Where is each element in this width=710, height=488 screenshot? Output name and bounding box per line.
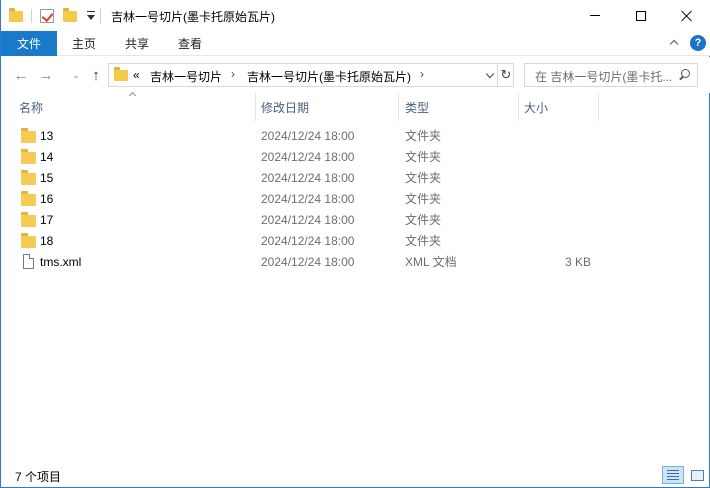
column-divider[interactable] (398, 93, 399, 121)
file-size (541, 230, 591, 251)
file-type: 文件夹 (405, 129, 442, 143)
sort-ascending-icon (129, 91, 137, 97)
close-icon (681, 10, 693, 22)
item-count: 7 个项目 (15, 470, 62, 484)
file-size (541, 188, 591, 209)
search-input[interactable]: 在 吉林一号切片(墨卡托... (524, 63, 698, 87)
folder-icon (21, 212, 36, 227)
details-view-button[interactable] (662, 466, 684, 484)
file-name: 15 (40, 170, 54, 185)
address-dropdown-icon[interactable] (483, 64, 497, 86)
tab-share[interactable]: 共享 (125, 31, 149, 56)
xml-file-icon (23, 254, 34, 269)
file-modified: 2024/12/24 18:00 (261, 212, 355, 227)
title-divider (100, 8, 101, 24)
file-size (541, 146, 591, 167)
breadcrumb-separator[interactable]: › (420, 67, 424, 81)
folder-icon (21, 149, 36, 164)
file-type: 文件夹 (405, 171, 442, 185)
column-header-type[interactable]: 类型 (405, 93, 429, 121)
table-row[interactable]: 14 2024/12/24 18:00 文件夹 (1, 146, 710, 167)
close-button[interactable] (664, 0, 710, 31)
table-row[interactable]: 17 2024/12/24 18:00 文件夹 (1, 209, 710, 230)
back-arrow-icon[interactable]: ← (12, 66, 30, 84)
minimize-button[interactable] (572, 0, 618, 31)
breadcrumb-overflow[interactable]: « (133, 68, 140, 82)
file-type: 文件夹 (405, 234, 442, 248)
quick-access-toolbar: 吉林一号切片(墨卡托原始瓦片) (9, 6, 275, 26)
table-row[interactable]: 16 2024/12/24 18:00 文件夹 (1, 188, 710, 209)
file-modified: 2024/12/24 18:00 (261, 170, 355, 185)
file-size (541, 167, 591, 188)
file-modified: 2024/12/24 18:00 (261, 191, 355, 206)
file-modified: 2024/12/24 18:00 (261, 254, 355, 269)
file-name: 17 (40, 212, 54, 227)
table-row[interactable]: 13 2024/12/24 18:00 文件夹 (1, 125, 710, 146)
folder-icon (21, 191, 36, 206)
ribbon-tabs: 文件 主页 共享 查看 ? (1, 31, 710, 56)
status-bar: 7 个项目 (1, 462, 710, 487)
file-explorer-window: 吉林一号切片(墨卡托原始瓦片) 文件 主页 共享 查看 ? ← → ⌄ ↑ « … (0, 0, 710, 488)
file-name: 18 (40, 233, 54, 248)
maximize-button[interactable] (618, 0, 664, 31)
help-icon[interactable]: ? (690, 35, 706, 51)
refresh-icon[interactable]: ↻ (497, 64, 514, 86)
minimize-icon (590, 15, 600, 16)
tab-view[interactable]: 查看 (178, 31, 202, 56)
navigation-bar: ← → ⌄ ↑ « 吉林一号切片 › 吉林一号切片(墨卡托原始瓦片) › ↻ 在… (1, 57, 710, 93)
folder-icon (114, 67, 128, 81)
file-modified: 2024/12/24 18:00 (261, 128, 355, 143)
address-bar[interactable]: « 吉林一号切片 › 吉林一号切片(墨卡托原始瓦片) › ↻ (108, 63, 514, 87)
search-placeholder: 在 吉林一号切片(墨卡托... (535, 70, 673, 84)
file-name: 13 (40, 128, 54, 143)
chevron-up-icon[interactable] (669, 38, 679, 48)
file-name: 16 (40, 191, 54, 206)
folder-icon[interactable] (9, 7, 23, 22)
up-arrow-icon[interactable]: ↑ (87, 66, 105, 84)
file-modified: 2024/12/24 18:00 (261, 149, 355, 164)
file-type: 文件夹 (405, 213, 442, 227)
file-size (541, 125, 591, 146)
search-icon[interactable] (678, 69, 690, 81)
tab-file[interactable]: 文件 (1, 31, 57, 56)
column-divider[interactable] (255, 93, 256, 121)
toolbar-divider (31, 9, 32, 23)
folder-icon (21, 128, 36, 143)
breadcrumb-item[interactable]: 吉林一号切片 (150, 68, 222, 85)
table-row[interactable]: 15 2024/12/24 18:00 文件夹 (1, 167, 710, 188)
column-header-size[interactable]: 大小 (524, 93, 548, 121)
large-icons-view-button[interactable] (687, 466, 707, 484)
file-name: tms.xml (40, 254, 82, 269)
column-header-modified[interactable]: 修改日期 (261, 93, 309, 121)
column-header-name[interactable]: 名称 (19, 93, 43, 121)
column-headers: 名称 修改日期 类型 大小 (1, 93, 710, 121)
breadcrumb-item[interactable]: 吉林一号切片(墨卡托原始瓦片) (247, 68, 411, 85)
file-name: 14 (40, 149, 54, 164)
table-row[interactable]: 18 2024/12/24 18:00 文件夹 (1, 230, 710, 251)
customize-toolbar-icon[interactable] (87, 10, 95, 20)
column-divider[interactable] (598, 93, 599, 121)
details-view-icon (667, 470, 679, 480)
chevron-down-icon[interactable]: ⌄ (67, 66, 85, 84)
file-size (541, 209, 591, 230)
new-folder-icon[interactable] (63, 7, 77, 22)
breadcrumb-separator[interactable]: › (231, 67, 235, 81)
tab-home[interactable]: 主页 (72, 31, 96, 56)
folder-icon (21, 170, 36, 185)
window-title: 吉林一号切片(墨卡托原始瓦片) (111, 9, 275, 24)
title-bar: 吉林一号切片(墨卡托原始瓦片) (1, 0, 710, 31)
column-divider[interactable] (518, 93, 519, 121)
file-type: 文件夹 (405, 192, 442, 206)
table-row[interactable]: tms.xml 2024/12/24 18:00 XML 文档 3 KB (1, 251, 710, 272)
folder-icon (21, 233, 36, 248)
file-modified: 2024/12/24 18:00 (261, 233, 355, 248)
large-icons-view-icon (690, 469, 704, 481)
file-type: XML 文档 (405, 255, 457, 269)
file-size: 3 KB (564, 254, 591, 269)
forward-arrow-icon[interactable]: → (37, 66, 55, 84)
maximize-icon (636, 10, 646, 21)
properties-icon[interactable] (40, 9, 54, 23)
file-type: 文件夹 (405, 150, 442, 164)
